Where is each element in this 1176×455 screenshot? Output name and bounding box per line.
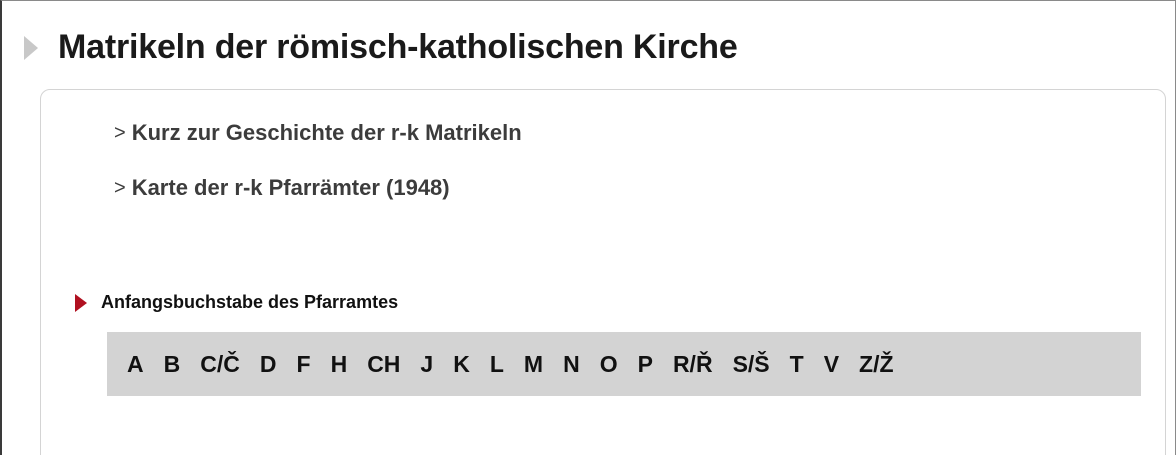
letter-link-o[interactable]: O (600, 351, 618, 378)
page-header: Matrikeln der römisch-katholischen Kirch… (24, 23, 738, 71)
triangle-right-icon (75, 293, 87, 312)
letter-link-b[interactable]: B (164, 351, 181, 378)
letter-link-d[interactable]: D (260, 351, 277, 378)
letter-link-h[interactable]: H (331, 351, 348, 378)
content-panel: > Kurz zur Geschichte der r-k Matrikeln … (40, 89, 1166, 455)
letter-link-v[interactable]: V (824, 351, 839, 378)
letter-link-a[interactable]: A (127, 351, 144, 378)
letter-link-r[interactable]: R/Ř (673, 351, 713, 378)
chevron-right-icon: > (114, 121, 126, 144)
letter-index-bar: A B C/Č D F H CH J K L M N O P R/Ř S/Š T… (107, 332, 1141, 396)
letter-link-c[interactable]: C/Č (200, 351, 240, 378)
letter-link-p[interactable]: P (638, 351, 653, 378)
collapse-arrow-icon[interactable] (24, 36, 38, 60)
page: Matrikeln der römisch-katholischen Kirch… (0, 0, 1176, 455)
letter-link-m[interactable]: M (524, 351, 543, 378)
link-map-label[interactable]: Karte der r-k Pfarrämter (1948) (132, 175, 450, 201)
letter-link-z[interactable]: Z/Ž (859, 351, 894, 378)
letter-link-k[interactable]: K (453, 351, 470, 378)
link-history[interactable]: > Kurz zur Geschichte der r-k Matrikeln (114, 120, 522, 146)
page-title: Matrikeln der römisch-katholischen Kirch… (58, 27, 738, 66)
letter-link-s[interactable]: S/Š (733, 351, 770, 378)
letter-link-l[interactable]: L (490, 351, 504, 378)
section-heading: Anfangsbuchstabe des Pfarramtes (75, 292, 398, 313)
section-label: Anfangsbuchstabe des Pfarramtes (101, 292, 399, 312)
letter-link-j[interactable]: J (420, 351, 433, 378)
letter-link-n[interactable]: N (563, 351, 580, 378)
link-map[interactable]: > Karte der r-k Pfarrämter (1948) (114, 175, 450, 201)
letter-link-f[interactable]: F (297, 351, 311, 378)
link-history-label[interactable]: Kurz zur Geschichte der r-k Matrikeln (132, 120, 522, 146)
letter-link-ch[interactable]: CH (367, 351, 400, 378)
letter-link-t[interactable]: T (790, 351, 804, 378)
chevron-right-icon: > (114, 176, 126, 199)
